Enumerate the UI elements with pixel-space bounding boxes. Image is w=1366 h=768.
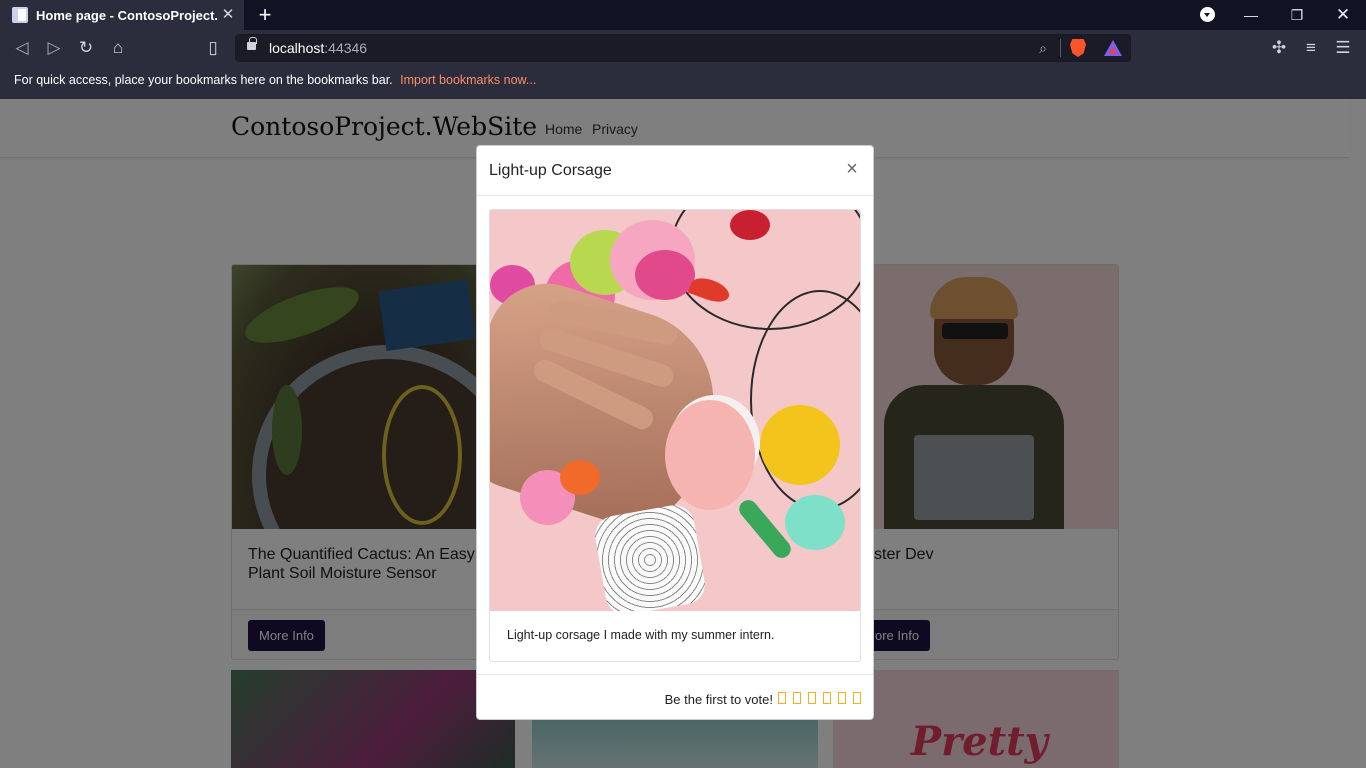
browser-tab[interactable]: Home page - ContosoProject.WebSite ✕ (0, 0, 244, 30)
modal-title: Light-up Corsage (489, 162, 612, 179)
window-minimize-icon[interactable]: — (1228, 0, 1274, 30)
tab-title: Home page - ContosoProject.WebSite (36, 7, 218, 23)
back-icon[interactable]: ◁ (10, 36, 34, 60)
zoom-icon[interactable]: ⌕ (1031, 36, 1055, 60)
modal-header: Light-up Corsage × (477, 146, 873, 196)
star-icon[interactable] (853, 692, 861, 704)
star-icon[interactable] (793, 692, 801, 704)
star-icon[interactable] (823, 692, 831, 704)
modal-description: Light-up corsage I made with my summer i… (507, 628, 775, 642)
product-modal: Light-up Corsage × Light-up corsage I ma… (476, 145, 874, 720)
browser-toolbar: ◁ ▷ ↻ ⌂ ▯ localhost:44346 ⌕ ✣ ≡ ☰ (0, 30, 1366, 66)
playlist-icon[interactable]: ≡ (1299, 36, 1323, 60)
lock-icon[interactable] (247, 37, 257, 50)
star-icon[interactable] (838, 692, 846, 704)
close-icon[interactable]: × (843, 158, 861, 180)
modal-footer: Be the first to vote! (477, 674, 873, 719)
extensions-icon[interactable]: ✣ (1267, 36, 1291, 60)
star-icon[interactable] (778, 692, 786, 704)
tab-close-icon[interactable]: ✕ (218, 5, 238, 25)
import-bookmarks-link[interactable]: Import bookmarks now... (400, 73, 536, 87)
modal-card: Light-up corsage I made with my summer i… (489, 209, 861, 662)
bookmark-icon[interactable]: ▯ (201, 36, 225, 60)
page-favicon-icon (12, 7, 28, 23)
vote-prompt: Be the first to vote! (664, 692, 773, 707)
brave-shields-icon[interactable] (1070, 39, 1086, 57)
bookmarks-bar: For quick access, place your bookmarks h… (0, 66, 1366, 99)
bookmarks-prompt: For quick access, place your bookmarks h… (14, 73, 393, 87)
window-close-icon[interactable]: ✕ (1320, 0, 1366, 30)
corsage-image (490, 210, 860, 611)
browser-menu-icon[interactable]: ☰ (1331, 36, 1355, 60)
window-restore-icon[interactable]: ❐ (1274, 0, 1320, 30)
forward-icon[interactable]: ▷ (42, 36, 66, 60)
url-text[interactable]: localhost:44346 (269, 40, 367, 56)
url-divider (1060, 39, 1061, 57)
home-icon[interactable]: ⌂ (106, 36, 130, 60)
rating-stars (778, 692, 861, 704)
reload-icon[interactable]: ↻ (74, 36, 98, 60)
browser-titlebar: Home page - ContosoProject.WebSite ✕ + —… (0, 0, 1366, 30)
address-bar[interactable]: localhost:44346 ⌕ (235, 34, 1131, 62)
brave-rewards-icon[interactable] (1104, 40, 1122, 56)
new-tab-icon[interactable]: + (254, 2, 276, 28)
star-icon[interactable] (808, 692, 816, 704)
browser-menu-dropdown-icon[interactable] (1184, 0, 1230, 30)
